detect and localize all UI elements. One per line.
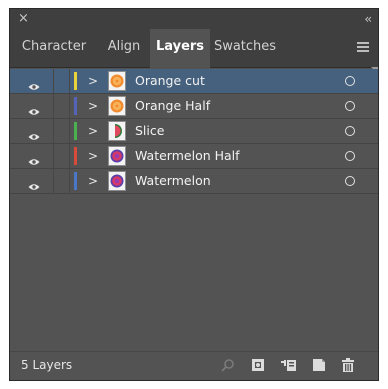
visibility-eye-icon[interactable] [28,151,40,165]
layer-row[interactable]: > Watermelon Half [10,144,378,169]
selection-column[interactable] [368,119,378,143]
close-icon[interactable]: × [18,10,29,28]
lock-column[interactable] [53,144,54,168]
column-divider [69,144,70,168]
selection-column[interactable] [368,144,378,168]
target-circle-icon[interactable] [345,76,355,86]
layer-color-indicator [74,97,77,115]
trash-icon[interactable] [341,358,355,372]
layers-panel: × ‹‹ Character Align Layers Swatches > Or… [9,8,379,381]
expand-chevron-icon[interactable]: > [88,94,98,118]
layer-row[interactable]: > Watermelon [10,169,378,194]
layer-thumbnail [108,146,126,166]
layer-thumbnail [108,121,126,141]
collapse-panel-icon[interactable]: ‹‹ [364,10,371,28]
target-circle-icon[interactable] [345,176,355,186]
layer-name[interactable]: Watermelon [135,169,211,193]
visibility-eye-icon[interactable] [28,101,40,115]
layer-color-indicator [74,147,77,165]
layer-row[interactable]: > Orange cut [10,69,378,94]
visibility-eye-icon[interactable] [28,176,40,190]
locate-object-icon[interactable] [221,358,235,372]
lock-column[interactable] [53,94,54,118]
expand-chevron-icon[interactable]: > [88,144,98,168]
panel-title-bar[interactable]: × ‹‹ [10,9,378,29]
layer-name[interactable]: Watermelon Half [135,144,240,168]
visibility-eye-icon[interactable] [28,76,40,90]
layer-name[interactable]: Slice [135,119,164,143]
layer-thumbnail [108,71,126,91]
panel-footer: 5 Layers [10,351,378,380]
layer-thumbnail [108,171,126,191]
panel-menu-icon[interactable] [357,42,369,52]
tab-align[interactable]: Align [98,29,150,67]
lock-column[interactable] [53,69,54,93]
expand-chevron-icon[interactable]: > [88,119,98,143]
column-divider [69,169,70,193]
column-divider [69,119,70,143]
layer-row[interactable]: > Slice [10,119,378,144]
expand-chevron-icon[interactable]: > [88,169,98,193]
create-sublayer-icon[interactable] [281,358,297,372]
column-divider [69,69,70,93]
selection-column[interactable] [368,94,378,118]
layers-list: > Orange cut > Orange Half > Slice > Watermelon… [10,69,378,194]
tab-layers[interactable]: Layers [150,29,210,68]
selection-column[interactable] [368,69,378,93]
layer-thumbnail [108,96,126,116]
layer-name[interactable]: Orange cut [135,69,205,93]
layer-name[interactable]: Orange Half [135,94,210,118]
visibility-eye-icon[interactable] [28,126,40,140]
target-circle-icon[interactable] [345,126,355,136]
lock-column[interactable] [53,169,54,193]
layer-row[interactable]: > Orange Half [10,94,378,119]
tab-swatches[interactable]: Swatches [210,29,280,67]
layer-color-indicator [74,72,77,90]
target-circle-icon[interactable] [345,101,355,111]
layer-count: 5 Layers [21,358,73,372]
expand-chevron-icon[interactable]: > [88,69,98,93]
lock-column[interactable] [53,119,54,143]
create-new-layer-icon[interactable] [312,358,326,372]
tab-character[interactable]: Character [10,29,98,67]
column-divider [69,94,70,118]
selection-column[interactable] [368,169,378,193]
make-clipping-mask-icon[interactable] [251,358,265,372]
target-circle-icon[interactable] [345,151,355,161]
panel-tab-bar: Character Align Layers Swatches [10,29,378,68]
layer-color-indicator [74,122,77,140]
layer-color-indicator [74,172,77,190]
